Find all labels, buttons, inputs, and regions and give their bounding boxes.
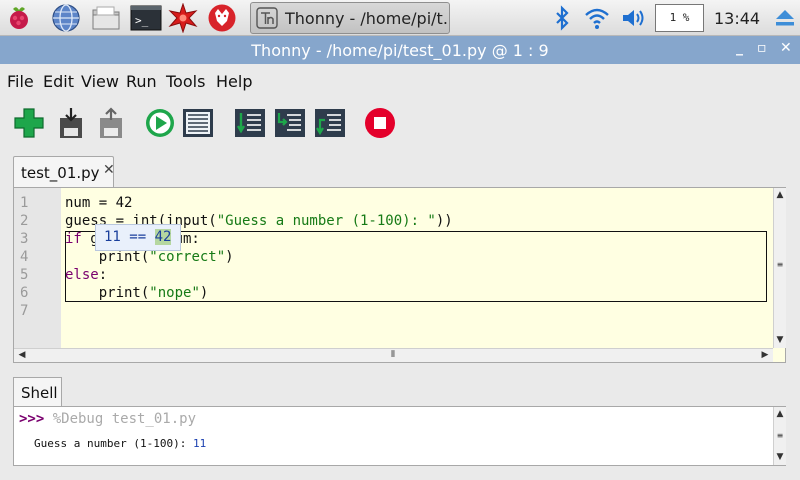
code-line-5: else: (65, 267, 108, 283)
toolbar (0, 98, 800, 150)
cpu-monitor[interactable]: 1 % (655, 4, 704, 32)
save-icon (60, 108, 82, 138)
wifi-icon[interactable] (582, 3, 612, 33)
line-number: 6 (20, 285, 29, 301)
menu-file[interactable]: File (7, 72, 34, 91)
bluetooth-icon[interactable] (547, 3, 577, 33)
step-out-button[interactable] (313, 106, 347, 140)
evaluation-value: 42 (154, 229, 172, 245)
raspberry-menu-icon[interactable] (4, 3, 34, 33)
line-number: 5 (20, 267, 29, 283)
scroll-up-icon[interactable]: ▲ (774, 409, 786, 419)
scroll-grip-icon[interactable]: ⦀ (387, 350, 399, 360)
folder-icon[interactable] (90, 3, 120, 33)
scroll-grip-icon[interactable]: ≡ (774, 260, 786, 269)
code-line-1: num = 42 (65, 195, 133, 211)
load-icon (100, 107, 122, 138)
taskbar-window-label: Thonny - /home/pi/t… (285, 9, 450, 28)
clock[interactable]: 13:44 (714, 9, 760, 28)
menu-view[interactable]: View (81, 72, 119, 91)
scroll-down-icon[interactable]: ▼ (774, 335, 786, 345)
shell-user-input: 11 (192, 437, 207, 450)
taskbar-window-thonny[interactable]: Thonny - /home/pi/t… (250, 2, 450, 34)
step-out-icon (315, 109, 345, 137)
menu-run[interactable]: Run (126, 72, 157, 91)
shell-tab[interactable]: Shell (13, 377, 62, 407)
line-number: 3 (20, 231, 29, 247)
terminal-icon[interactable]: >_ (130, 3, 162, 33)
scroll-down-icon[interactable]: ▼ (774, 452, 786, 462)
run-icon (146, 109, 174, 137)
taskbar: >_ Thonny - /home/pi/t… 1 % 13:44 (0, 0, 800, 36)
wolfram-icon[interactable] (207, 3, 237, 33)
scroll-up-icon[interactable]: ▲ (774, 190, 786, 200)
editor-vertical-scrollbar[interactable]: ▲ ≡ ▼ (773, 188, 786, 348)
eject-icon[interactable] (770, 3, 800, 33)
stop-icon (365, 108, 395, 138)
window-title-bar[interactable]: Thonny - /home/pi/test_01.py @ 1 : 9 _ ▫… (0, 36, 800, 64)
close-window-button[interactable]: ✕ (780, 40, 792, 56)
svg-text:>_: >_ (135, 14, 149, 27)
scroll-right-icon[interactable]: ▶ (759, 350, 771, 360)
editor-horizontal-scrollbar[interactable]: ◀ ⦀ ▶ (14, 348, 773, 362)
menu-help[interactable]: Help (216, 72, 252, 91)
line-number: 1 (20, 195, 29, 211)
line-number-gutter: 1 2 3 4 5 6 7 (14, 188, 61, 348)
code-editor[interactable]: 1 2 3 4 5 6 7 num = 42 guess = int(input… (13, 187, 786, 363)
evaluation-popup: 11 == 42 (95, 224, 181, 251)
debug-icon (183, 109, 213, 137)
step-over-button[interactable] (233, 106, 267, 140)
mathematica-icon[interactable] (168, 2, 198, 34)
editor-tab-label: test_01.py (21, 164, 100, 182)
load-button[interactable] (94, 106, 128, 140)
save-button[interactable] (54, 106, 88, 140)
globe-icon[interactable] (51, 3, 81, 33)
minimize-button[interactable]: _ (736, 40, 743, 56)
shell-panel[interactable]: >>> %Debug test_01.py Guess a number (1-… (13, 406, 786, 466)
scroll-grip-icon[interactable]: ≡ (774, 431, 786, 440)
step-over-icon (235, 109, 265, 137)
shell-vertical-scrollbar[interactable]: ▲ ≡ ▼ (773, 407, 786, 465)
stop-button[interactable] (363, 106, 397, 140)
maximize-button[interactable]: ▫ (757, 40, 767, 56)
volume-icon[interactable] (618, 3, 648, 33)
run-button[interactable] (143, 106, 177, 140)
close-tab-icon[interactable]: ✕ (103, 162, 115, 178)
shell-command-line: >>> %Debug test_01.py (19, 411, 196, 427)
shell-prompt: >>> (19, 411, 53, 427)
menu-bar: File Edit View Run Tools Help (0, 64, 800, 98)
line-number: 2 (20, 213, 29, 229)
window-title: Thonny - /home/pi/test_01.py @ 1 : 9 (251, 41, 549, 60)
code-line-6: print("nope") (65, 285, 209, 301)
step-into-button[interactable] (273, 106, 307, 140)
shell-output-text: Guess a number (1-100): (34, 437, 193, 450)
new-icon (14, 108, 44, 138)
menu-tools[interactable]: Tools (166, 72, 205, 91)
shell-output-line: Guess a number (1-100): 11 (34, 437, 206, 450)
thonny-logo-icon (256, 7, 278, 29)
menu-edit[interactable]: Edit (43, 72, 74, 91)
line-number: 4 (20, 249, 29, 265)
scroll-left-icon[interactable]: ◀ (16, 350, 28, 360)
shell-tab-label: Shell (21, 384, 58, 402)
editor-tab-test-01[interactable]: test_01.py ✕ (13, 156, 115, 187)
new-file-button[interactable] (12, 106, 46, 140)
step-into-icon (275, 109, 305, 137)
evaluation-expression: 11 == (104, 229, 155, 245)
shell-command: %Debug test_01.py (52, 411, 197, 427)
debug-button[interactable] (181, 106, 215, 140)
line-number: 7 (20, 303, 29, 319)
